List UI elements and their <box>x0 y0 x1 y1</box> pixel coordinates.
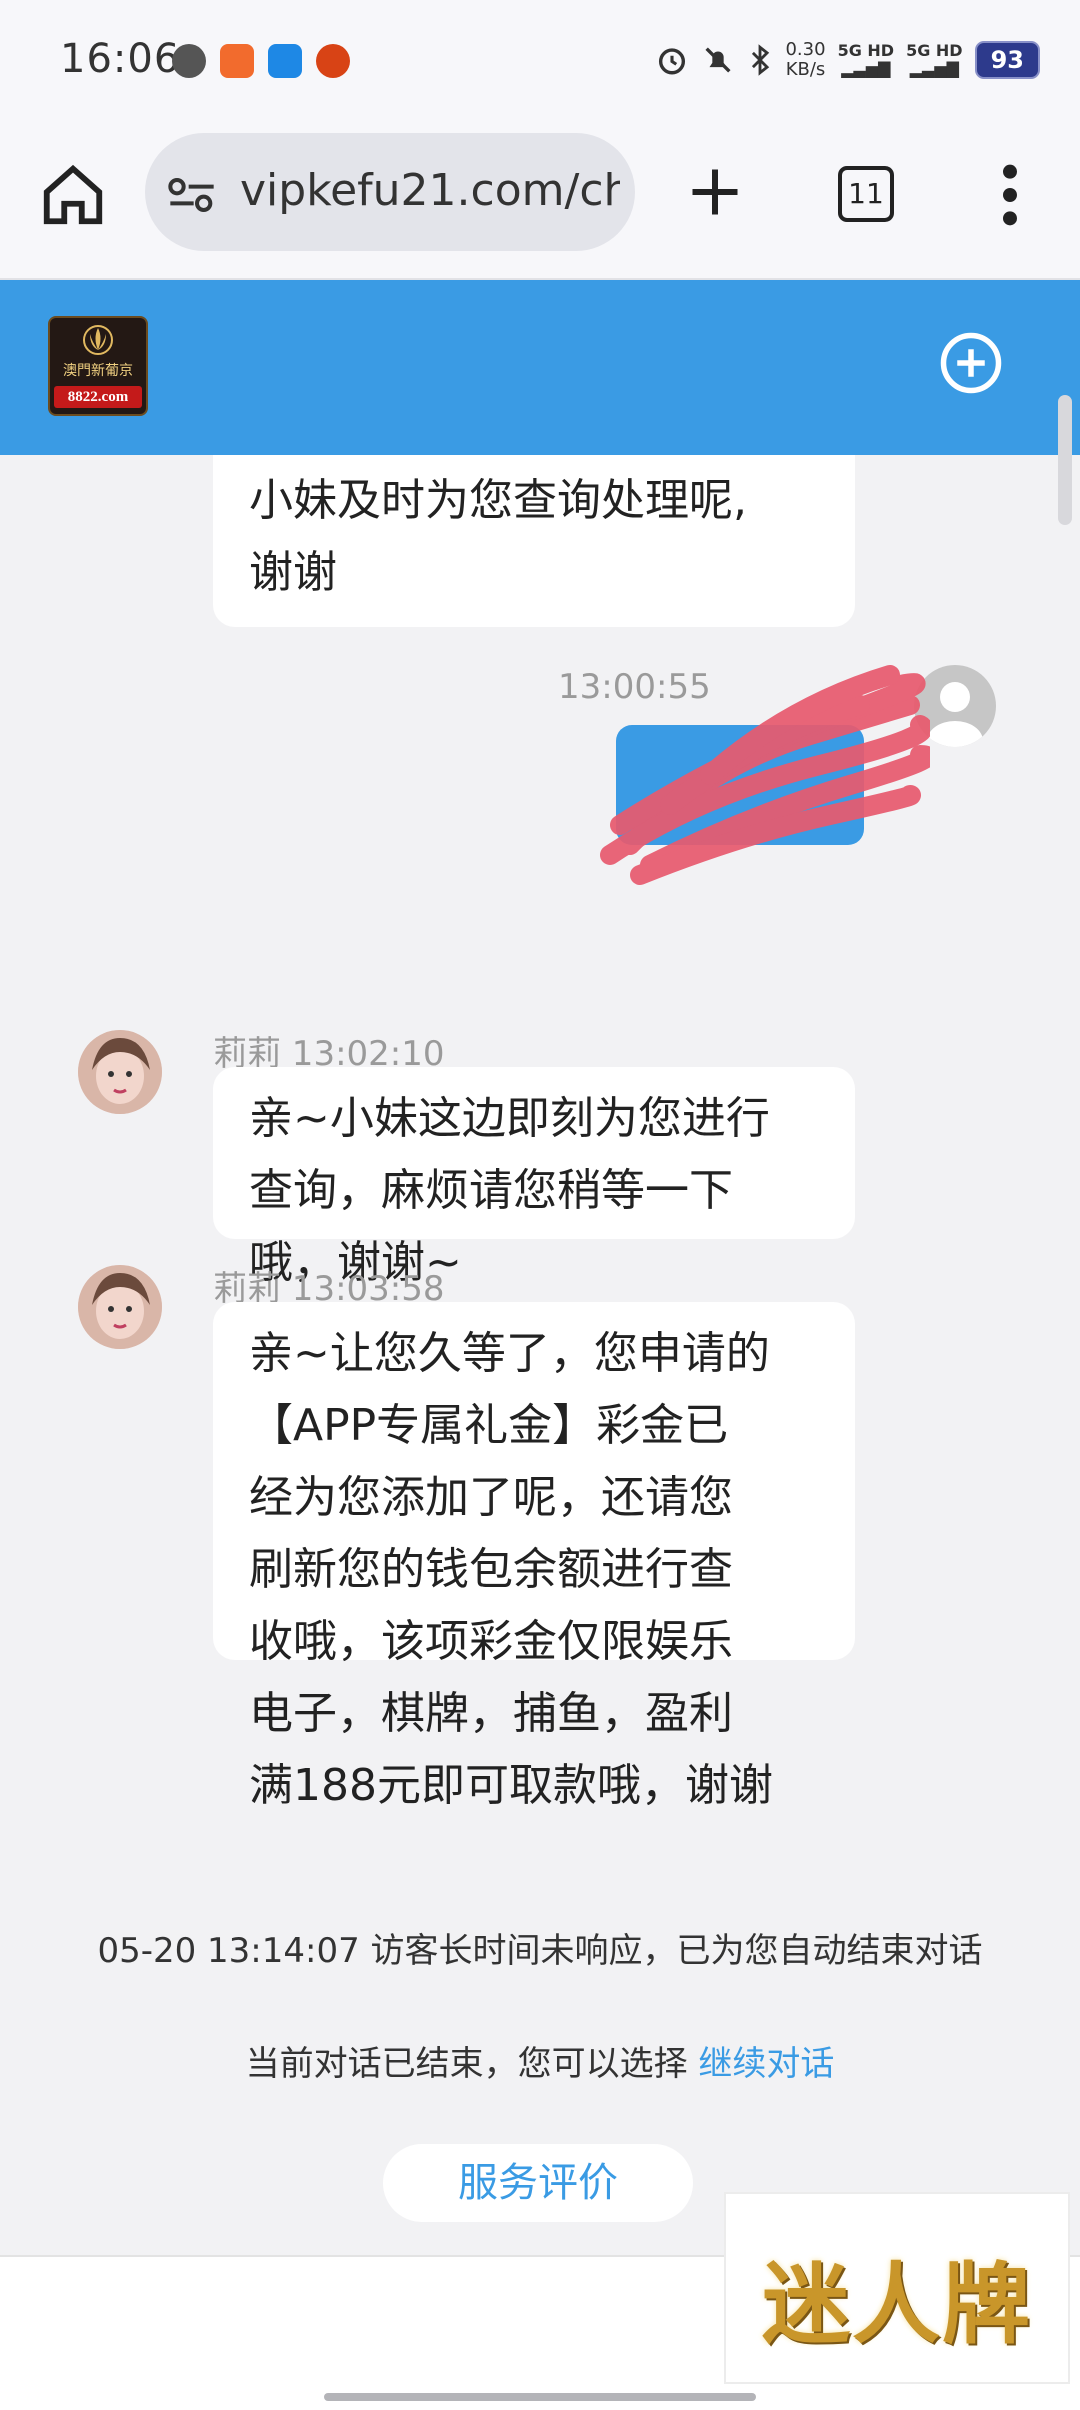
lotus-emblem-icon <box>83 325 113 355</box>
message-line: 收哦，该项彩金仅限娱乐 <box>249 1616 733 1667</box>
message-line: 经为您添加了呢，还请您 <box>249 1472 733 1523</box>
site-logo: 澳門新葡京 8822.com <box>48 316 148 416</box>
timeout-notice: 05-20 13:14:07 访客长时间未响应，已为您自动结束对话 <box>97 1931 983 1971</box>
app-notification-icon <box>268 44 302 78</box>
message-line: 查询，麻烦请您稍等一下 <box>249 1165 733 1216</box>
home-icon[interactable] <box>38 160 108 230</box>
speed-value: 0.30 <box>785 39 826 60</box>
watermark-text: 迷人牌 <box>761 2252 1032 2356</box>
signal-bars-icon: ▂▃▅▇ <box>841 59 891 78</box>
address-bar[interactable]: vipkefu21.com/ch <box>145 133 635 251</box>
agent-photo-icon <box>78 1030 162 1114</box>
signal-sim1: 5G HD ▂▃▅▇ <box>838 42 895 78</box>
status-bar: 16:06 0.30 KB/s 5G HD ▂▃▅▇ 5G HD ▂▃▅▇ 93 <box>0 0 1080 130</box>
signal-sim2: 5G HD ▂▃▅▇ <box>906 42 963 78</box>
add-circle-icon[interactable] <box>938 330 1004 396</box>
app-notification-icon <box>316 44 350 78</box>
site-info-icon[interactable] <box>167 175 217 215</box>
logo-domain: 8822.com <box>54 386 142 408</box>
message-line: 电子，棋牌，捕鱼，盈利 <box>249 1688 733 1739</box>
app-notification-icon <box>172 44 206 78</box>
plus-icon <box>692 169 738 215</box>
url-text[interactable]: vipkefu21.com/ch <box>240 165 620 216</box>
gesture-nav-handle[interactable] <box>324 2393 756 2401</box>
agent-message-bubble: 小妹及时为您查询处理呢, 谢谢 <box>213 455 855 627</box>
agent-avatar <box>78 1030 162 1114</box>
battery-indicator: 93 <box>974 41 1040 79</box>
bell-off-icon <box>705 47 732 73</box>
browser-toolbar: vipkefu21.com/ch 11 <box>0 130 1080 280</box>
logo-text: 澳門新葡京 <box>63 363 133 379</box>
message-line: 刷新您的钱包余额进行查 <box>249 1544 733 1595</box>
new-tab-button[interactable] <box>680 158 750 228</box>
watermark-logo: 迷人牌 <box>724 2192 1070 2384</box>
network-speed: 0.30 KB/s <box>785 40 825 80</box>
message-line: 亲~小妹这边即刻为您进行 <box>249 1093 770 1144</box>
redaction-scribble <box>600 665 930 885</box>
signal-bars-icon: ▂▃▅▇ <box>909 59 959 78</box>
status-indicators: 0.30 KB/s 5G HD ▂▃▅▇ 5G HD ▂▃▅▇ 93 <box>655 40 1040 80</box>
agent-message-bubble: 亲~小妹这边即刻为您进行 查询，麻烦请您稍等一下 哦，谢谢~ <box>213 1067 855 1288</box>
alarm-icon <box>659 48 686 75</box>
message-line: 谢谢 <box>249 547 337 598</box>
service-rating-button[interactable]: 服务评价 <box>383 2144 693 2222</box>
message-line: 满188元即可取款哦，谢谢 <box>249 1760 773 1811</box>
message-line: 小妹及时为您查询处理呢, <box>249 475 747 526</box>
clock: 16:06 <box>60 36 181 82</box>
continue-chat-link[interactable]: 继续对话 <box>698 2044 834 2084</box>
app-notification-icon <box>220 44 254 78</box>
agent-photo-icon <box>78 1265 162 1349</box>
chat-header: 澳門新葡京 8822.com <box>0 280 1080 455</box>
message-line: 【APP专属礼金】彩金已 <box>249 1400 729 1451</box>
bluetooth-icon <box>752 44 770 76</box>
agent-message-bubble: 亲~让您久等了，您申请的 【APP专属礼金】彩金已 经为您添加了呢，还请您 刷新… <box>213 1302 855 1811</box>
ended-text: 当前对话已结束，您可以选择 <box>245 2044 688 2084</box>
notification-icons <box>172 44 350 78</box>
sim2-label: 5G HD <box>906 41 963 60</box>
tab-switcher-button[interactable]: 11 <box>838 166 894 222</box>
more-vert-icon[interactable] <box>985 160 1035 230</box>
chat-messages[interactable]: 小妹及时为您查询处理呢, 谢谢 13:00:55 莉莉 13:02:10 亲~小… <box>0 455 1080 2255</box>
conversation-ended-notice: 当前对话已结束，您可以选择 继续对话 <box>0 2036 1080 2085</box>
speed-unit: KB/s <box>785 59 826 80</box>
sim1-label: 5G HD <box>837 41 895 60</box>
message-line: 亲~让您久等了，您申请的 <box>249 1328 770 1379</box>
agent-avatar <box>78 1265 162 1349</box>
